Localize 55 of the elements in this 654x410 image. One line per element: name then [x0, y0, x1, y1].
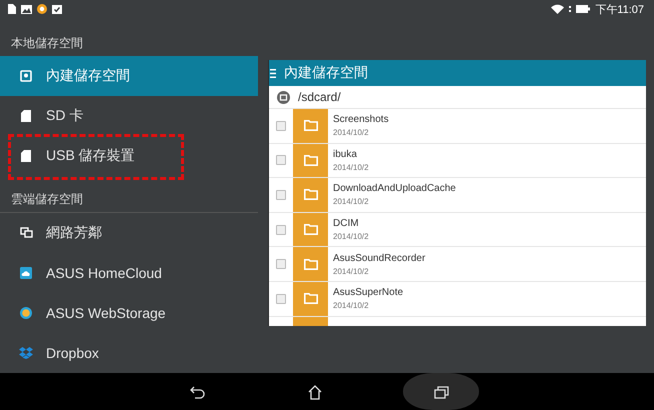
drawer-item[interactable]: SD 卡 [0, 96, 258, 136]
dropbox-icon [19, 347, 33, 359]
recent-apps-icon [433, 384, 449, 400]
file-name[interactable]: AsusSoundRecorder [333, 252, 426, 264]
file-name[interactable]: DownloadAndUploadCache [333, 183, 456, 194]
drawer-item[interactable]: Dropbox [0, 333, 258, 373]
home-icon [307, 384, 323, 400]
folder-icon [304, 258, 318, 270]
image-icon [21, 4, 32, 14]
file-date: 2014/10/2 [333, 266, 370, 276]
file-name[interactable]: ibuka [333, 148, 369, 160]
sd-card-icon [21, 110, 31, 122]
folder-icon [304, 154, 318, 166]
section-header: 本地儲存空間 [11, 35, 83, 52]
folder-icon [304, 224, 318, 236]
wifi-icon [551, 4, 564, 14]
file-date: 2014/10/2 [333, 162, 369, 172]
file-date: 2014/10/2 [333, 301, 370, 310]
file-icon [8, 4, 16, 14]
cloud-icon [20, 267, 32, 279]
file-name[interactable]: AsusSuperNote [333, 287, 404, 298]
checkbox[interactable] [276, 120, 286, 131]
checkbox[interactable] [276, 155, 286, 166]
path-label: /sdcard/ [298, 90, 341, 104]
drawer-item[interactable]: 網路芳鄰 [0, 213, 258, 253]
file-name[interactable]: Screenshots [333, 114, 389, 126]
clock-time: 下午11:07 [595, 2, 644, 16]
badge-icon [37, 4, 47, 14]
more-icon [569, 5, 572, 13]
section-header: 雲端儲存空間 [11, 191, 83, 208]
drawer-item[interactable]: 內建儲存空間 [0, 56, 258, 96]
menu-icon[interactable] [270, 68, 276, 78]
folder-icon [304, 120, 318, 132]
globe-icon [20, 307, 32, 319]
drawer-item[interactable]: USB 儲存裝置 [0, 136, 258, 176]
folder-up-icon[interactable] [277, 90, 290, 104]
checkbox[interactable] [276, 259, 286, 270]
storage-icon [20, 70, 32, 82]
folder-icon [304, 189, 318, 200]
clipboard-check-icon [52, 4, 62, 14]
back-arrow-icon [189, 384, 205, 400]
folder-icon [304, 293, 318, 304]
file-date: 2014/10/2 [333, 197, 370, 206]
checkbox[interactable] [276, 294, 286, 304]
panel-title: 內建儲存空間 [284, 64, 368, 82]
drawer-item[interactable]: ASUS HomeCloud [0, 253, 258, 293]
battery-icon [576, 5, 590, 13]
file-date: 2014/10/2 [333, 128, 370, 138]
sd-card-icon [21, 150, 31, 162]
checkbox[interactable] [276, 190, 286, 200]
file-name[interactable]: DCIM [333, 218, 369, 230]
network-icon [20, 227, 32, 239]
checkbox[interactable] [276, 224, 286, 235]
drawer-item[interactable]: ASUS WebStorage [0, 293, 258, 333]
file-date: 2014/10/2 [333, 232, 369, 242]
